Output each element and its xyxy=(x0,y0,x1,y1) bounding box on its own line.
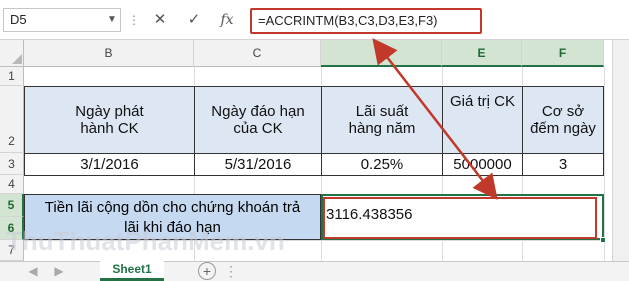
sheet-tab-sheet1[interactable]: Sheet1 xyxy=(100,259,164,281)
tab-scroll-left-icon[interactable]: ◀ xyxy=(24,261,42,281)
annotation-arrow xyxy=(372,38,498,200)
tab-options-icon[interactable]: ⋮ xyxy=(224,261,238,281)
sheet-tab-bar xyxy=(0,261,629,281)
tab-scroll-right-icon[interactable]: ▶ xyxy=(50,261,68,281)
vertical-scrollbar[interactable] xyxy=(612,40,629,261)
add-sheet-icon[interactable]: + xyxy=(198,262,216,280)
